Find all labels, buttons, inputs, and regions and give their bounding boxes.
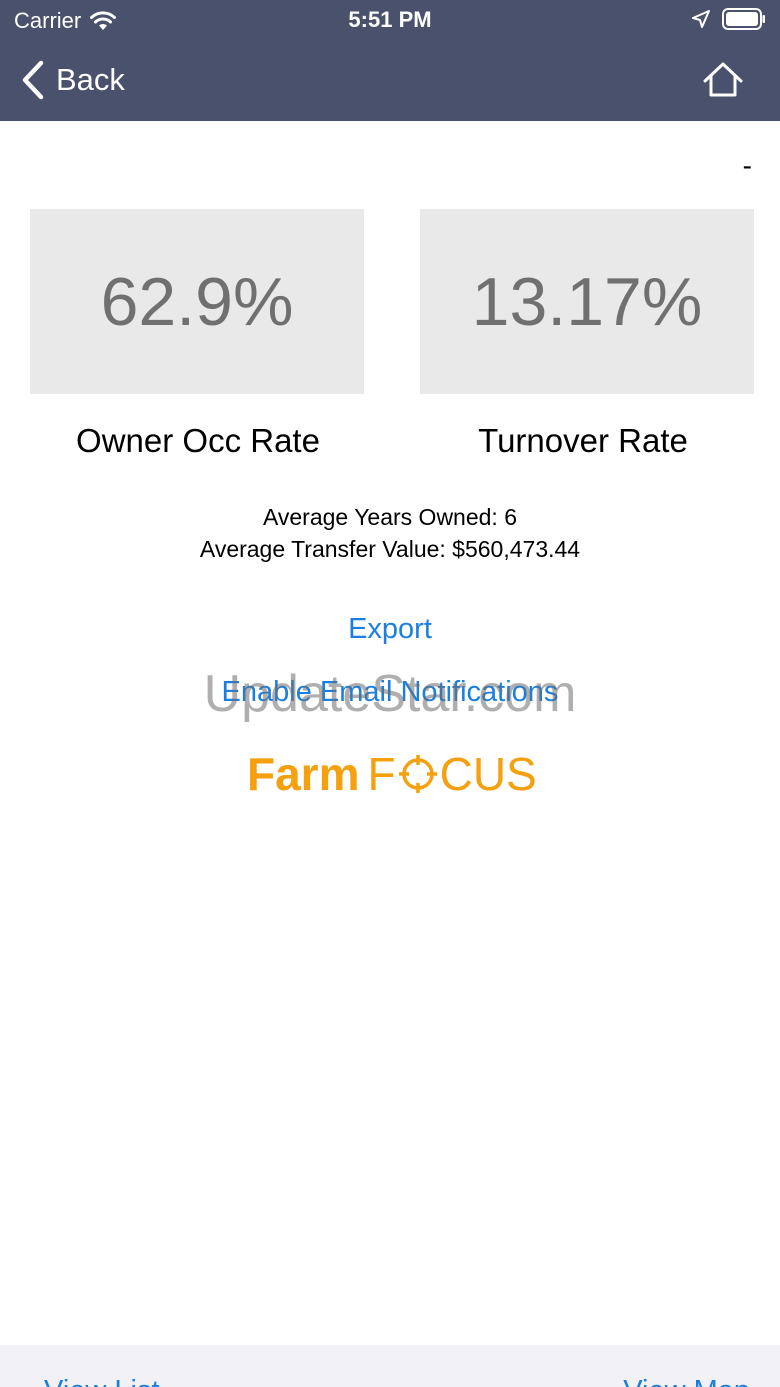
status-bar: Carrier 5:51 PM <box>0 0 780 40</box>
location-icon <box>692 10 710 28</box>
turnover-value: 13.17% <box>471 263 703 340</box>
logo-focus-f: F <box>367 748 396 800</box>
logo-farm: Farm <box>247 748 360 800</box>
logo-focus: F CUS <box>367 747 536 801</box>
bottom-toolbar: View List View Map <box>0 1345 780 1387</box>
view-map-button[interactable]: View Map <box>623 1375 750 1387</box>
logo-focus-rest: CUS <box>439 748 537 800</box>
nav-bar: Back <box>0 50 780 110</box>
chevron-left-icon <box>22 60 44 100</box>
header-dash: - <box>742 150 752 181</box>
back-label: Back <box>56 62 125 97</box>
status-time: 5:51 PM <box>348 7 432 32</box>
home-icon[interactable] <box>702 60 744 100</box>
status-right <box>692 8 766 30</box>
turnover-label: Turnover Rate <box>478 422 688 459</box>
header: Carrier 5:51 PM Back <box>0 0 780 121</box>
enable-email-notifications-button[interactable]: Enable Email Notifications <box>0 676 780 709</box>
export-button[interactable]: Export <box>0 613 780 646</box>
target-icon <box>398 755 437 793</box>
view-list-button[interactable]: View List <box>44 1375 160 1387</box>
back-button[interactable]: Back <box>20 56 125 104</box>
turnover-value-box: 13.17% <box>420 209 754 394</box>
owner-occ-value-box: 62.9% <box>30 209 364 394</box>
owner-occ-value: 62.9% <box>100 263 294 340</box>
battery-icon <box>722 8 765 30</box>
farmfocus-logo: Farm F CUS <box>247 748 537 800</box>
avg-years-owned: Average Years Owned: 6 <box>262 504 518 530</box>
avg-transfer-value: Average Transfer Value: $560,473.44 <box>199 536 581 562</box>
owner-occ-label: Owner Occ Rate <box>76 422 320 459</box>
